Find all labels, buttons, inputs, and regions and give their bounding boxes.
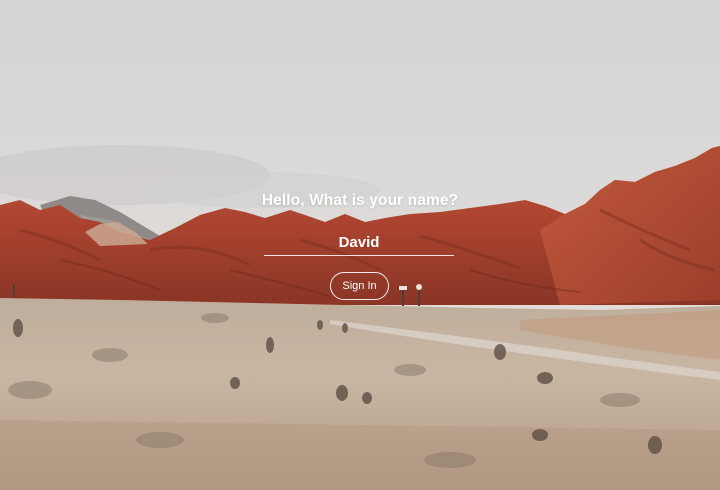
login-screen: Hello, What is your name? Sign In — [0, 0, 720, 490]
sign-in-button[interactable]: Sign In — [330, 272, 389, 300]
name-input[interactable] — [264, 230, 454, 256]
greeting-heading: Hello, What is your name? — [261, 192, 459, 209]
login-form: Hello, What is your name? Sign In — [0, 0, 720, 490]
